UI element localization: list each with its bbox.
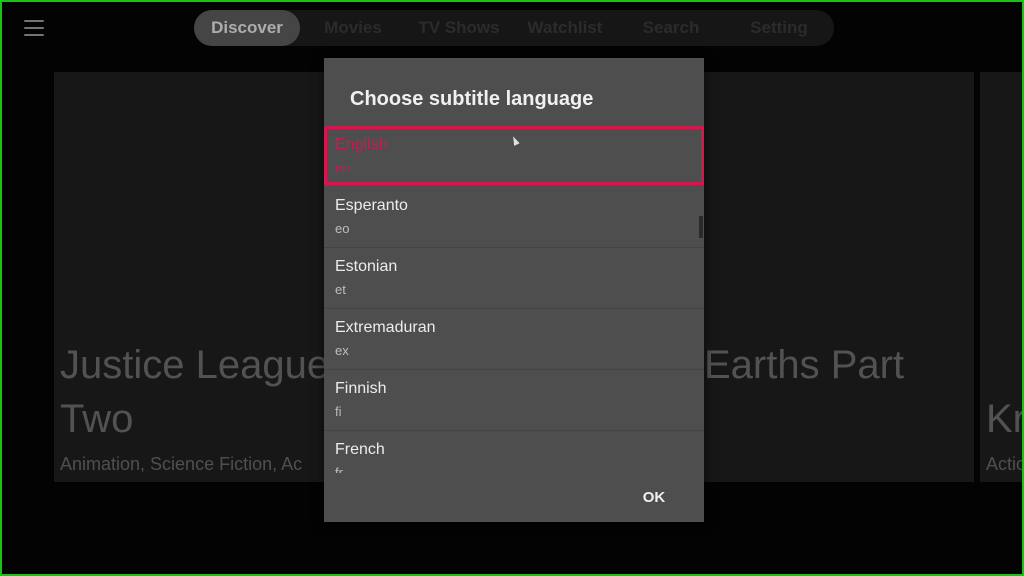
language-code: fi [335,404,342,419]
language-item-esperanto[interactable]: Esperanto eo [324,187,704,248]
language-list[interactable]: English en Esperanto eo Estonian et Extr… [324,126,704,473]
language-name: Esperanto [335,197,408,214]
language-code: fr [335,465,343,473]
language-code: en [335,160,350,175]
language-code: ex [335,343,349,358]
app-screen: Discover Movies TV Shows Watchlist Searc… [0,0,1024,576]
language-item-finnish[interactable]: Finnish fi [324,370,704,431]
ok-button[interactable]: OK [632,482,676,512]
language-name: English [335,136,388,153]
language-name: French [335,441,385,458]
language-item-french[interactable]: French fr [324,431,704,473]
list-scrollbar[interactable] [699,216,703,238]
language-code: et [335,282,346,297]
language-name: Extremaduran [335,319,436,336]
language-item-extremaduran[interactable]: Extremaduran ex [324,309,704,370]
language-name: Estonian [335,258,398,275]
language-name: Finnish [335,380,387,397]
subtitle-language-dialog: Choose subtitle language English en Espe… [324,58,704,522]
language-item-estonian[interactable]: Estonian et [324,248,704,309]
dialog-title: Choose subtitle language [350,88,594,110]
language-code: eo [335,221,350,236]
